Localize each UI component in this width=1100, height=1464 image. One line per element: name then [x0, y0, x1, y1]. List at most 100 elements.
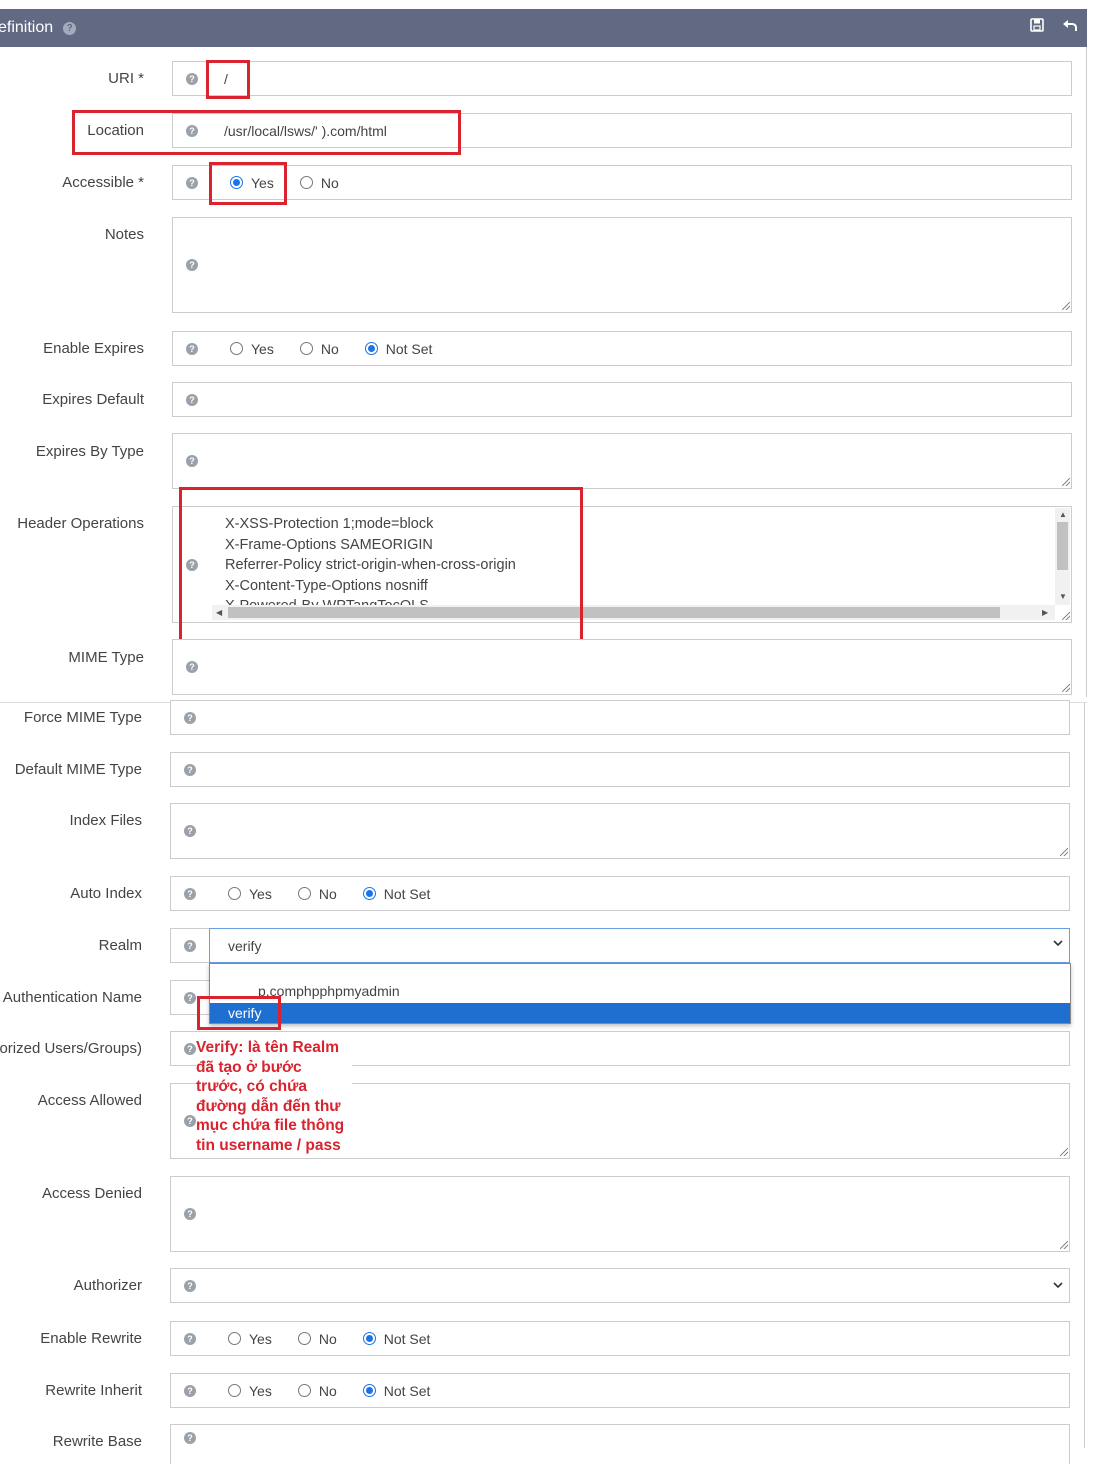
radio-no[interactable]: No	[299, 341, 339, 357]
help-icon[interactable]: ?	[186, 72, 198, 85]
help-icon[interactable]: ?	[184, 939, 196, 952]
dropdown-option-selected[interactable]: verify	[210, 1003, 1070, 1023]
scroll-down-icon[interactable]: ▼	[1059, 592, 1067, 601]
help-cell[interactable]: ?	[170, 803, 210, 859]
help-icon[interactable]: ?	[184, 887, 196, 900]
radio-yes[interactable]: Yes	[230, 341, 274, 357]
chevron-down-icon[interactable]	[1052, 937, 1064, 952]
help-cell[interactable]: ?	[170, 700, 210, 735]
radio-not-set[interactable]: Not Set	[362, 886, 430, 902]
help-cell[interactable]: ?	[170, 1424, 210, 1464]
help-cell[interactable]: ?	[170, 876, 210, 911]
realm-label: Realm	[98, 937, 142, 954]
radio-not-set[interactable]: Not Set	[364, 341, 432, 357]
index-files-textarea[interactable]	[209, 803, 1070, 859]
resize-handle[interactable]	[1062, 612, 1070, 620]
help-icon[interactable]: ?	[186, 176, 198, 189]
notes-textarea[interactable]	[211, 217, 1072, 313]
rewrite-inherit-label: Rewrite Inherit	[45, 1382, 142, 1399]
help-cell[interactable]: ?	[170, 752, 210, 787]
realm-select[interactable]: verify	[209, 928, 1070, 963]
radio-yes[interactable]: Yes	[228, 886, 272, 902]
help-cell[interactable]: ?	[172, 165, 212, 200]
radio-no[interactable]: No	[297, 1331, 337, 1347]
resize-handle[interactable]	[1060, 1241, 1068, 1249]
radio-button[interactable]	[362, 1332, 376, 1345]
radio-no[interactable]: No	[297, 1383, 337, 1399]
radio-button[interactable]	[299, 342, 313, 355]
help-icon[interactable]: ?	[184, 763, 196, 776]
help-icon[interactable]: ?	[184, 711, 196, 724]
help-icon[interactable]: ?	[186, 455, 198, 467]
radio-button[interactable]	[362, 1384, 376, 1397]
radio-yes[interactable]: Yes	[228, 1331, 272, 1347]
resize-handle[interactable]	[1062, 684, 1070, 692]
help-cell[interactable]: ?	[172, 217, 212, 313]
help-icon[interactable]: ?	[184, 1208, 196, 1220]
help-icon[interactable]: ?	[184, 825, 196, 837]
radio-button[interactable]	[228, 1384, 241, 1397]
help-cell[interactable]: ?	[170, 1268, 210, 1303]
resize-handle[interactable]	[1062, 302, 1070, 310]
radio-not-set[interactable]: Not Set	[362, 1383, 430, 1399]
help-cell[interactable]: ?	[170, 1176, 210, 1252]
radio-no[interactable]: No	[299, 175, 339, 191]
help-cell[interactable]: ?	[172, 331, 212, 366]
radio-button[interactable]	[362, 887, 376, 900]
help-cell[interactable]: ?	[172, 639, 212, 695]
help-cell[interactable]: ?	[170, 1373, 210, 1408]
radio-button[interactable]	[228, 887, 241, 900]
radio-not-set[interactable]: Not Set	[362, 1331, 430, 1347]
expires-default-input[interactable]	[211, 382, 1072, 417]
help-cell[interactable]: ?	[170, 1321, 210, 1356]
access-denied-textarea[interactable]	[209, 1176, 1070, 1252]
radio-button[interactable]	[299, 176, 313, 189]
radio-button[interactable]	[297, 1332, 311, 1345]
save-icon[interactable]	[1026, 17, 1048, 39]
rewrite-base-label: Rewrite Base	[52, 1433, 142, 1450]
radio-button[interactable]	[230, 342, 243, 355]
help-icon[interactable]: ?	[184, 1431, 196, 1444]
help-cell[interactable]: ?	[170, 928, 210, 963]
rewrite-base-input[interactable]	[209, 1424, 1070, 1464]
help-icon[interactable]: ?	[184, 1115, 196, 1127]
radio-yes[interactable]: Yes	[228, 1383, 272, 1399]
scroll-thumb[interactable]	[1057, 522, 1068, 570]
enable-rewrite-radio-group: Yes No Not Set	[209, 1321, 1070, 1356]
undo-icon[interactable]	[1059, 17, 1081, 39]
accessible-radio-group: Yes No	[211, 165, 1072, 200]
force-mime-type-input[interactable]	[209, 700, 1070, 735]
resize-handle[interactable]	[1062, 478, 1070, 486]
authorizer-select[interactable]	[209, 1268, 1070, 1303]
help-icon[interactable]: ?	[186, 393, 198, 406]
radio-no[interactable]: No	[297, 886, 337, 902]
help-icon[interactable]: ?	[184, 1332, 196, 1345]
radio-button[interactable]	[364, 342, 378, 355]
help-icon[interactable]: ?	[184, 1042, 196, 1055]
vertical-scrollbar[interactable]: ▲ ▼	[1055, 508, 1070, 605]
scroll-up-icon[interactable]: ▲	[1059, 510, 1067, 519]
help-cell[interactable]: ?	[172, 382, 212, 417]
chevron-down-icon[interactable]	[1052, 1279, 1064, 1294]
header-title: efinition	[0, 19, 54, 36]
help-icon[interactable]: ?	[184, 991, 196, 1004]
access-denied-label: Access Denied	[41, 1185, 142, 1202]
help-icon[interactable]: ?	[184, 1384, 196, 1397]
help-icon[interactable]: ?	[186, 342, 198, 355]
scroll-right-icon[interactable]: ▶	[1042, 608, 1048, 617]
mime-type-textarea[interactable]	[211, 639, 1072, 695]
help-icon[interactable]: ?	[184, 1279, 196, 1292]
help-icon[interactable]: ?	[63, 21, 77, 35]
radio-button[interactable]	[297, 887, 311, 900]
help-icon[interactable]: ?	[186, 661, 198, 673]
resize-handle[interactable]	[1060, 848, 1068, 856]
radio-button[interactable]	[297, 1384, 311, 1397]
expires-by-type-textarea[interactable]	[211, 433, 1072, 489]
help-icon[interactable]: ?	[186, 259, 198, 271]
help-cell[interactable]: ?	[172, 433, 212, 489]
default-mime-type-input[interactable]	[209, 752, 1070, 787]
uri-input[interactable]: /	[211, 61, 1072, 96]
radio-button[interactable]	[228, 1332, 241, 1345]
resize-handle[interactable]	[1060, 1148, 1068, 1156]
enable-rewrite-label: Enable Rewrite	[40, 1330, 142, 1347]
